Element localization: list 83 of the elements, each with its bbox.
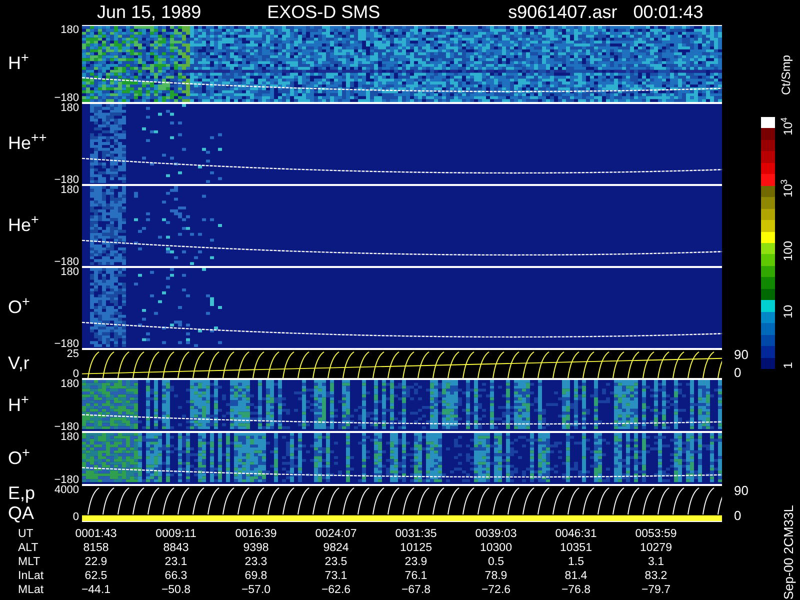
axis-label: 0 — [734, 367, 742, 379]
axis-label: −180 — [54, 257, 79, 267]
table-cell-text: 69.8 — [244, 569, 268, 583]
axis-label: 180 — [60, 432, 79, 442]
table-cell-text: 76.1 — [404, 569, 428, 583]
panel-label: QA — [8, 504, 36, 524]
table-cell-text: −57.0 — [240, 583, 272, 597]
row-header: MLat — [17, 583, 45, 597]
table-cell-text: 23.1 — [164, 555, 188, 569]
panel-label: H$^{+}$ — [8, 54, 30, 74]
panel-label: H$^{+}$ — [8, 396, 30, 416]
panel-label: V,r — [8, 354, 30, 374]
axis-label: −180 — [54, 339, 79, 349]
axis-label: −180 — [54, 422, 79, 432]
axis-label: 0 — [72, 369, 79, 379]
table-cell-text: 23.5 — [324, 555, 348, 569]
axis-label: −180 — [54, 93, 79, 103]
axis-label: 180 — [60, 25, 79, 35]
table-cell-text: 8843 — [162, 541, 190, 555]
axis-label: 0 — [734, 510, 742, 522]
table-cell-text: 66.3 — [164, 569, 188, 583]
table-cell-text: −50.8 — [160, 583, 192, 597]
color-scale-label: 100 — [780, 241, 796, 262]
axis-label: 180 — [60, 267, 79, 277]
table-cell-text: 23.9 — [404, 555, 428, 569]
table-cell-text: 1.5 — [567, 555, 585, 569]
table-cell-text: −79.7 — [640, 583, 672, 597]
axis-label: 180 — [60, 103, 79, 113]
axis-label: 4000 — [54, 485, 79, 495]
table-cell-text: 0024:07 — [314, 527, 358, 541]
row-header: MLT — [17, 555, 42, 569]
panel-label: He$^{+}$ — [8, 216, 40, 236]
table-cell-text: 0039:03 — [474, 527, 518, 541]
table-cell-text: 9398 — [242, 541, 270, 555]
table-cell-text: 3.1 — [647, 555, 665, 569]
color-scale-label: 1 — [780, 362, 796, 369]
table-cell-text: −62.6 — [320, 583, 352, 597]
row-header: ALT — [17, 541, 40, 555]
table-cell-text: 10351 — [559, 541, 593, 555]
table-cell-text: 0016:39 — [234, 527, 278, 541]
instrument-title: EXOS-D SMS — [267, 1, 380, 24]
table-cell-text: 0046:31 — [554, 527, 598, 541]
version-label: Sep-00 2CM33L — [780, 505, 797, 600]
table-cell-text: 23.3 — [244, 555, 268, 569]
table-cell-text: −72.6 — [480, 583, 512, 597]
panel-label: E,p — [8, 484, 36, 504]
table-cell-text: 8158 — [82, 541, 110, 555]
plot-title: Jun 15, 1989 — [97, 1, 202, 24]
row-header: UT — [17, 527, 34, 541]
file-name: s9061407.asr — [508, 1, 618, 24]
axis-label: 180 — [60, 379, 79, 389]
table-cell-text: 78.9 — [484, 569, 508, 583]
axis-label: 180 — [60, 185, 79, 195]
table-cell-text: 81.4 — [564, 569, 588, 583]
table-cell-text: 0001:43 — [74, 527, 118, 541]
panel-label: O$^{+}$ — [8, 298, 31, 318]
table-cell-text: 62.5 — [84, 569, 108, 583]
table-cell-text: 10300 — [479, 541, 513, 555]
table-cell-text: 10279 — [639, 541, 673, 555]
table-cell-text: −67.8 — [400, 583, 432, 597]
row-header: InLat — [17, 569, 45, 583]
table-cell-text: 73.1 — [324, 569, 348, 583]
table-cell-text: 83.2 — [644, 569, 668, 583]
axis-label: 25 — [66, 349, 79, 359]
table-cell-text: 0031:35 — [394, 527, 438, 541]
table-cell-text: 9824 — [322, 541, 350, 555]
table-cell-text: 0.5 — [487, 555, 505, 569]
axis-label: −180 — [54, 175, 79, 185]
table-cell-text: −76.8 — [560, 583, 592, 597]
timestamp: 00:01:43 — [633, 1, 704, 24]
axis-label: 90 — [734, 485, 750, 497]
axis-label: 0 — [72, 512, 79, 522]
table-cell-text: 0009:11 — [154, 527, 198, 541]
table-cell-text: 0053:59 — [634, 527, 678, 541]
unit-label: Ct/Smp — [778, 55, 794, 96]
table-cell-text: 10125 — [399, 541, 433, 555]
color-scale-label: 10 — [780, 305, 796, 318]
table-cell-text: 22.9 — [84, 555, 108, 569]
panel-label: O$^{+}$ — [8, 448, 31, 468]
table-cell-text: −44.1 — [80, 583, 112, 597]
axis-label: 90 — [734, 349, 750, 361]
axis-label: −180 — [54, 475, 79, 485]
panel-label: He$^{++}$ — [8, 134, 48, 154]
